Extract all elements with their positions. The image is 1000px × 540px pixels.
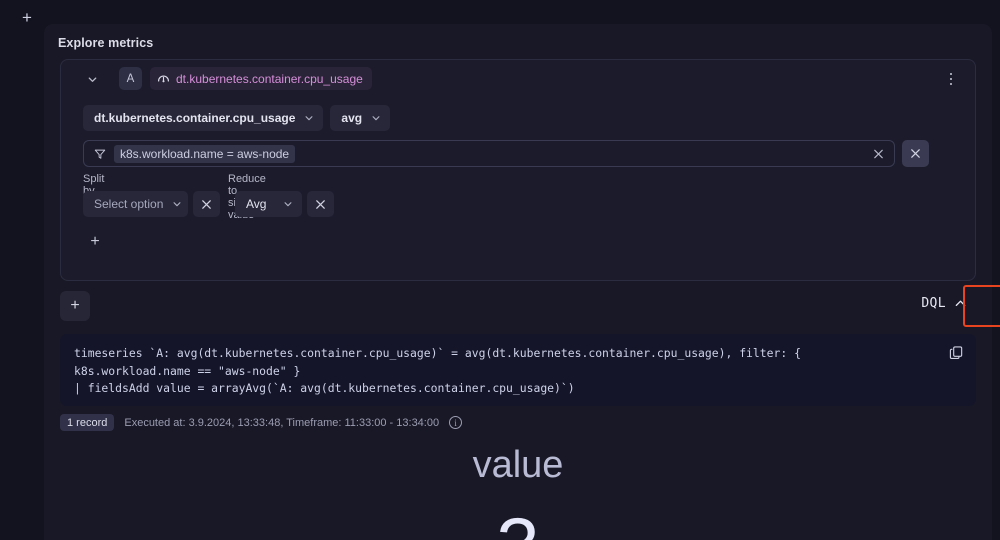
explore-metrics-panel: Explore metrics A dt.kubernetes.containe… xyxy=(44,24,1000,540)
aggregation-select-value: avg xyxy=(341,111,363,125)
query-card: A dt.kubernetes.container.cpu_usage dt.k… xyxy=(60,59,976,281)
remove-filter-button[interactable] xyxy=(902,140,929,167)
add-clause-button[interactable]: + xyxy=(83,230,107,254)
metric-select[interactable]: dt.kubernetes.container.cpu_usage xyxy=(83,105,324,131)
chevron-down-icon xyxy=(304,113,314,123)
result-value: 3 xyxy=(60,484,976,540)
dql-code-block[interactable]: timeseries `A: avg(dt.kubernetes.contain… xyxy=(60,334,976,406)
info-icon[interactable]: i xyxy=(449,416,463,429)
query-status-row: 1 record Executed at: 3.9.2024, 13:33:48… xyxy=(60,414,463,431)
filter-chip[interactable]: k8s.workload.name = aws-node xyxy=(114,144,296,163)
result-title: value xyxy=(472,444,564,486)
add-query-button[interactable]: + xyxy=(60,291,90,321)
split-by-select[interactable]: Select option xyxy=(83,191,188,217)
query-name-label: dt.kubernetes.container.cpu_usage xyxy=(176,71,363,86)
query-id-badge[interactable]: A xyxy=(119,67,142,90)
reduce-select[interactable]: Avg xyxy=(235,191,302,217)
record-count-badge: 1 record xyxy=(60,414,115,431)
reduce-group: Avg xyxy=(235,191,334,217)
filter-row: k8s.workload.name = aws-node xyxy=(83,140,929,167)
dql-line-3: | fieldsAdd value = arrayAvg(`A: avg(dt.… xyxy=(74,381,575,395)
reduce-value: Avg xyxy=(246,197,267,211)
gauge-icon xyxy=(157,72,170,85)
clear-filter-icon[interactable] xyxy=(872,147,885,160)
aggregation-select[interactable]: avg xyxy=(330,105,391,131)
chevron-down-icon xyxy=(283,199,293,209)
result-visualization: value 3 xyxy=(60,434,976,540)
new-tab-button[interactable]: + xyxy=(14,6,40,28)
metric-row: dt.kubernetes.container.cpu_usage avg xyxy=(83,105,391,131)
more-options-icon[interactable] xyxy=(941,69,961,89)
remove-split-by-button[interactable] xyxy=(193,191,220,217)
dql-line-2: k8s.workload.name == "aws-node" } xyxy=(74,363,301,378)
chevron-up-icon xyxy=(954,297,967,310)
remove-reduce-button[interactable] xyxy=(307,191,334,217)
split-by-group: Select option xyxy=(83,191,220,217)
app-root: + Explore metrics A dt.kubernetes.contai… xyxy=(0,0,1000,540)
split-by-value: Select option xyxy=(94,197,164,211)
chevron-down-icon xyxy=(371,113,381,123)
metric-select-value: dt.kubernetes.container.cpu_usage xyxy=(94,111,296,125)
control-row: Select option Avg xyxy=(83,191,334,217)
dql-label: DQL xyxy=(921,296,946,311)
page-title: Explore metrics xyxy=(58,36,154,50)
chevron-down-icon xyxy=(172,199,182,209)
execution-info-text: Executed at: 3.9.2024, 13:33:48, Timefra… xyxy=(124,416,440,429)
query-name-chip[interactable]: dt.kubernetes.container.cpu_usage xyxy=(150,67,372,90)
chevron-down-icon[interactable] xyxy=(83,70,101,88)
dql-toggle-button[interactable]: DQL xyxy=(915,292,973,315)
dql-line-1: timeseries `A: avg(dt.kubernetes.contain… xyxy=(74,346,801,360)
query-header: A dt.kubernetes.container.cpu_usage xyxy=(61,60,975,98)
filter-icon xyxy=(94,148,106,160)
copy-icon[interactable] xyxy=(949,345,964,365)
filter-input[interactable]: k8s.workload.name = aws-node xyxy=(83,140,895,167)
